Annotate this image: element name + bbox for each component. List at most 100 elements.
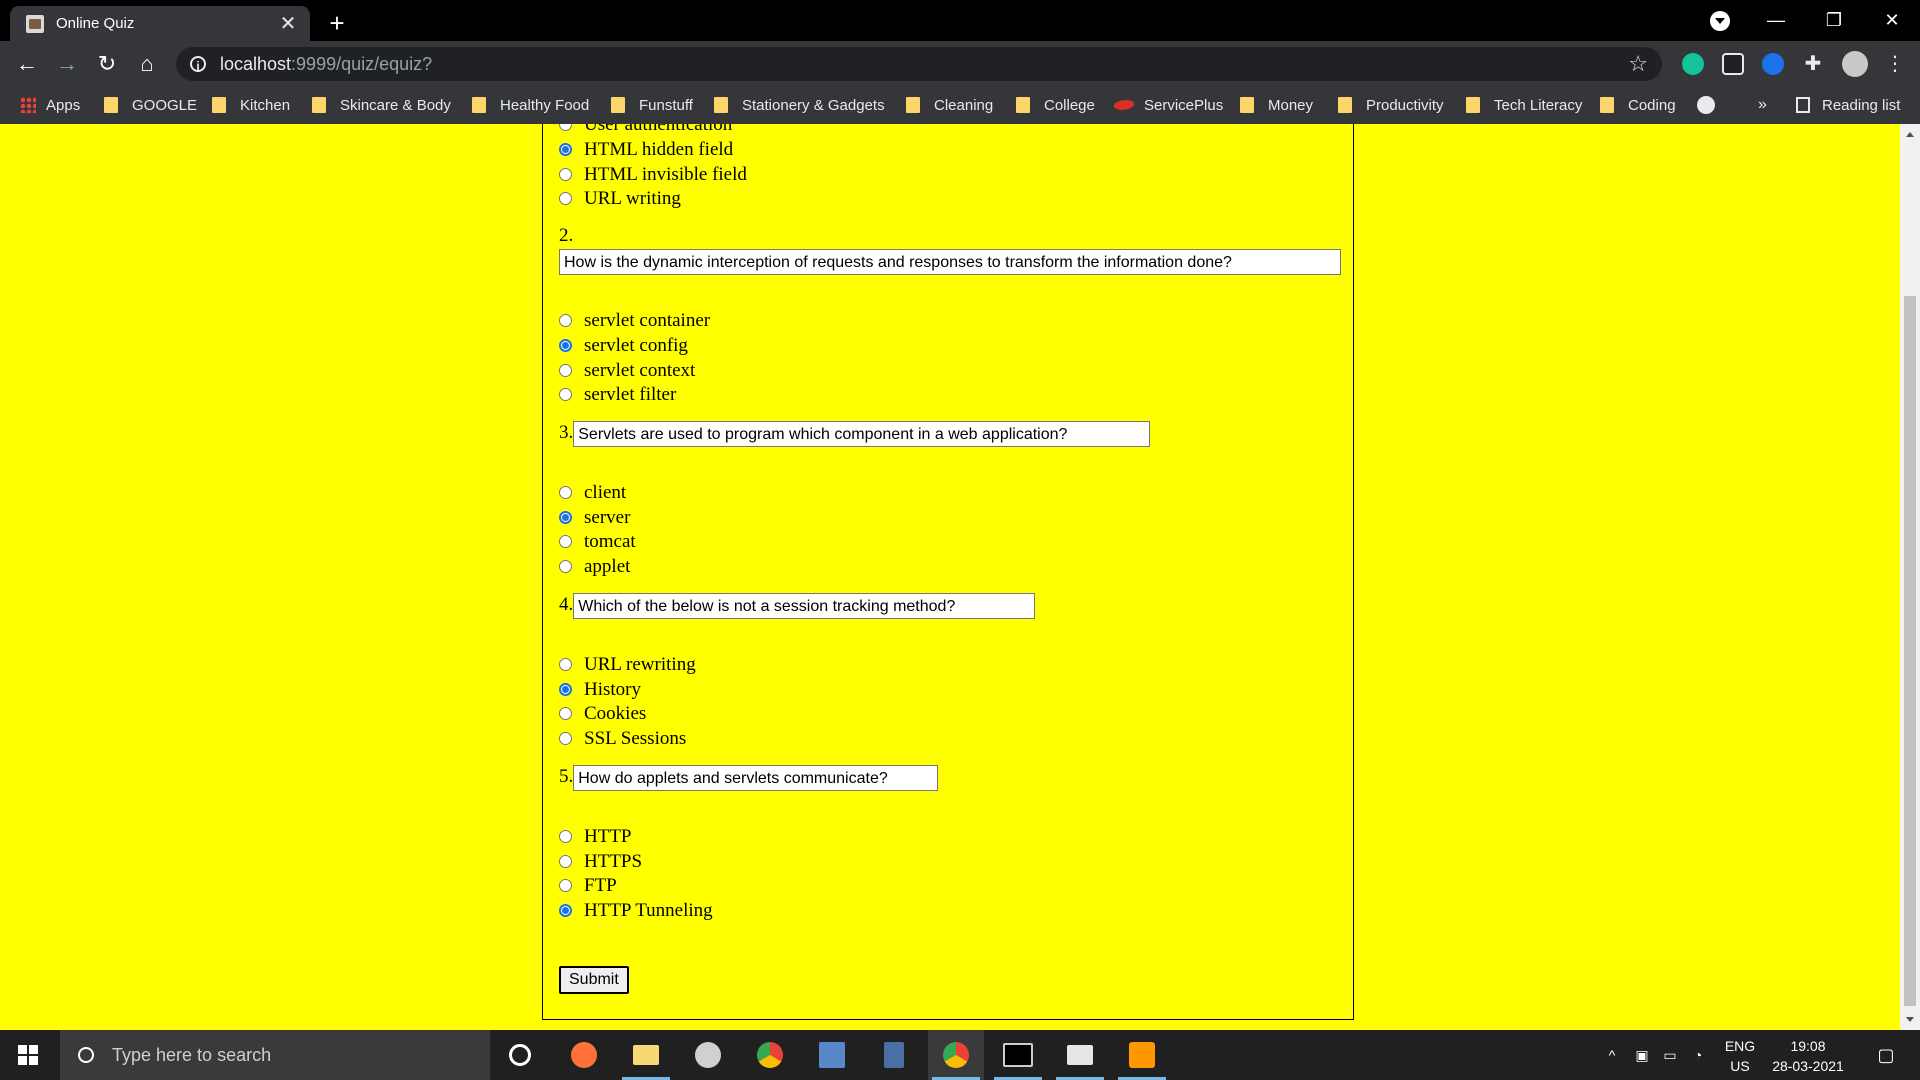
calculator-icon[interactable] <box>866 1030 922 1080</box>
address-bar[interactable]: i localhost :9999/quiz/equiz? ☆ <box>176 47 1662 81</box>
notion-extension-icon[interactable] <box>1722 53 1744 75</box>
question-text[interactable]: How do applets and servlets communicate? <box>573 765 939 791</box>
radio-button[interactable] <box>559 830 572 843</box>
show-hidden-icons-icon[interactable]: ^ <box>1600 1030 1624 1080</box>
q5-option[interactable]: HTTPS <box>559 849 642 874</box>
radio-button[interactable] <box>559 511 572 524</box>
bookmarks-overflow-button[interactable]: » <box>1758 88 1767 122</box>
scroll-down-arrow-icon[interactable] <box>1906 1017 1914 1022</box>
radio-button[interactable] <box>559 879 572 892</box>
question-text[interactable]: Servlets are used to program which compo… <box>573 421 1151 447</box>
q3-option[interactable]: server <box>559 505 630 530</box>
chrome-icon[interactable] <box>742 1030 798 1080</box>
q3-option[interactable]: tomcat <box>559 529 636 554</box>
forward-icon[interactable]: → <box>50 47 84 81</box>
battery-icon[interactable]: ▭ <box>1658 1030 1682 1080</box>
extensions-puzzle-icon[interactable]: ✚ <box>1802 53 1824 75</box>
bookmark-folder[interactable]: College <box>1016 88 1095 122</box>
scroll-up-arrow-icon[interactable] <box>1906 132 1914 137</box>
q4-option[interactable]: SSL Sessions <box>559 726 686 751</box>
download-extension-icon[interactable] <box>1762 53 1784 75</box>
radio-button[interactable] <box>559 388 572 401</box>
tab-search-icon[interactable] <box>1710 11 1730 31</box>
browser-tab[interactable]: Online Quiz ✕ <box>10 6 310 41</box>
browser-menu-icon[interactable]: ⋮ <box>1884 53 1906 75</box>
radio-button[interactable] <box>559 855 572 868</box>
restore-button[interactable]: ❐ <box>1806 0 1862 41</box>
home-icon[interactable]: ⌂ <box>130 47 164 81</box>
bookmark-folder[interactable]: Funstuff <box>611 88 693 122</box>
q2-option[interactable]: servlet context <box>559 358 695 383</box>
bookmark-globe[interactable] <box>1697 88 1715 122</box>
notifications-icon[interactable]: ▢ <box>1866 1030 1906 1080</box>
q1-option[interactable]: User authentication <box>559 124 732 137</box>
bookmark-folder[interactable]: Tech Literacy <box>1466 88 1582 122</box>
radio-button[interactable] <box>559 486 572 499</box>
q4-option[interactable]: Cookies <box>559 701 646 726</box>
radio-button[interactable] <box>559 143 572 156</box>
cortana-icon[interactable] <box>492 1030 548 1080</box>
submit-button[interactable]: Submit <box>559 966 629 994</box>
grammarly-extension-icon[interactable] <box>1682 53 1704 75</box>
windows-start-icon[interactable] <box>18 1045 38 1065</box>
q2-option[interactable]: servlet filter <box>559 382 676 407</box>
new-tab-button[interactable]: + <box>322 8 352 38</box>
app-icon[interactable] <box>1052 1030 1108 1080</box>
clock[interactable]: 19:08 28-03-2021 <box>1766 1030 1850 1080</box>
bookmark-folder[interactable]: GOOGLE <box>104 88 197 122</box>
radio-button[interactable] <box>559 339 572 352</box>
bookmark-star-icon[interactable]: ☆ <box>1628 51 1648 77</box>
bookmark-folder[interactable]: Skincare & Body <box>312 88 451 122</box>
q3-option[interactable]: client <box>559 480 626 505</box>
sublime-text-icon[interactable] <box>1114 1030 1170 1080</box>
radio-button[interactable] <box>559 124 572 131</box>
bookmark-folder[interactable]: Productivity <box>1338 88 1444 122</box>
taskbar-search[interactable]: Type here to search <box>60 1030 490 1080</box>
q1-option[interactable]: HTML invisible field <box>559 162 747 187</box>
q5-option[interactable]: HTTP <box>559 824 632 849</box>
q1-option[interactable]: HTML hidden field <box>559 137 733 162</box>
app-icon[interactable] <box>804 1030 860 1080</box>
bookmark-folder[interactable]: Healthy Food <box>472 88 589 122</box>
q4-option[interactable]: URL rewriting <box>559 652 696 677</box>
radio-button[interactable] <box>559 168 572 181</box>
device-icon[interactable]: ▣ <box>1630 1030 1654 1080</box>
q1-option[interactable]: URL writing <box>559 186 681 211</box>
chrome-active-icon[interactable] <box>928 1030 984 1080</box>
profile-avatar[interactable] <box>1842 51 1868 77</box>
bookmark-folder[interactable]: Cleaning <box>906 88 993 122</box>
radio-button[interactable] <box>559 560 572 573</box>
q3-option[interactable]: applet <box>559 554 630 579</box>
radio-button[interactable] <box>559 732 572 745</box>
radio-button[interactable] <box>559 192 572 205</box>
bookmark-folder[interactable]: Coding <box>1600 88 1676 122</box>
close-tab-icon[interactable]: ✕ <box>276 12 300 36</box>
q2-option[interactable]: servlet container <box>559 308 710 333</box>
page-scrollbar[interactable] <box>1900 124 1920 1030</box>
radio-button[interactable] <box>559 707 572 720</box>
language-indicator[interactable]: ENG US <box>1716 1030 1764 1080</box>
radio-button[interactable] <box>559 683 572 696</box>
file-explorer-icon[interactable] <box>618 1030 674 1080</box>
q5-option[interactable]: HTTP Tunneling <box>559 898 713 923</box>
bookmark-serviceplus[interactable]: ServicePlus <box>1112 88 1223 122</box>
q5-option[interactable]: FTP <box>559 873 617 898</box>
radio-button[interactable] <box>559 364 572 377</box>
radio-button[interactable] <box>559 535 572 548</box>
reading-list-button[interactable]: Reading list <box>1796 88 1900 122</box>
question-text[interactable]: Which of the below is not a session trac… <box>573 593 1036 619</box>
back-icon[interactable]: ← <box>10 47 44 81</box>
firefox-icon[interactable] <box>556 1030 612 1080</box>
bookmark-apps[interactable]: Apps <box>20 88 80 122</box>
q2-option[interactable]: servlet config <box>559 333 688 358</box>
app-icon[interactable] <box>680 1030 736 1080</box>
bookmark-folder[interactable]: Stationery & Gadgets <box>714 88 885 122</box>
q4-option[interactable]: History <box>559 677 641 702</box>
radio-button[interactable] <box>559 904 572 917</box>
bookmark-folder[interactable]: Money <box>1240 88 1313 122</box>
wifi-icon[interactable]: ◔ <box>1686 1030 1710 1080</box>
reload-icon[interactable]: ↻ <box>90 47 124 81</box>
scrollbar-thumb[interactable] <box>1904 296 1916 1006</box>
minimize-button[interactable]: — <box>1748 0 1804 41</box>
close-window-button[interactable]: ✕ <box>1864 0 1920 41</box>
